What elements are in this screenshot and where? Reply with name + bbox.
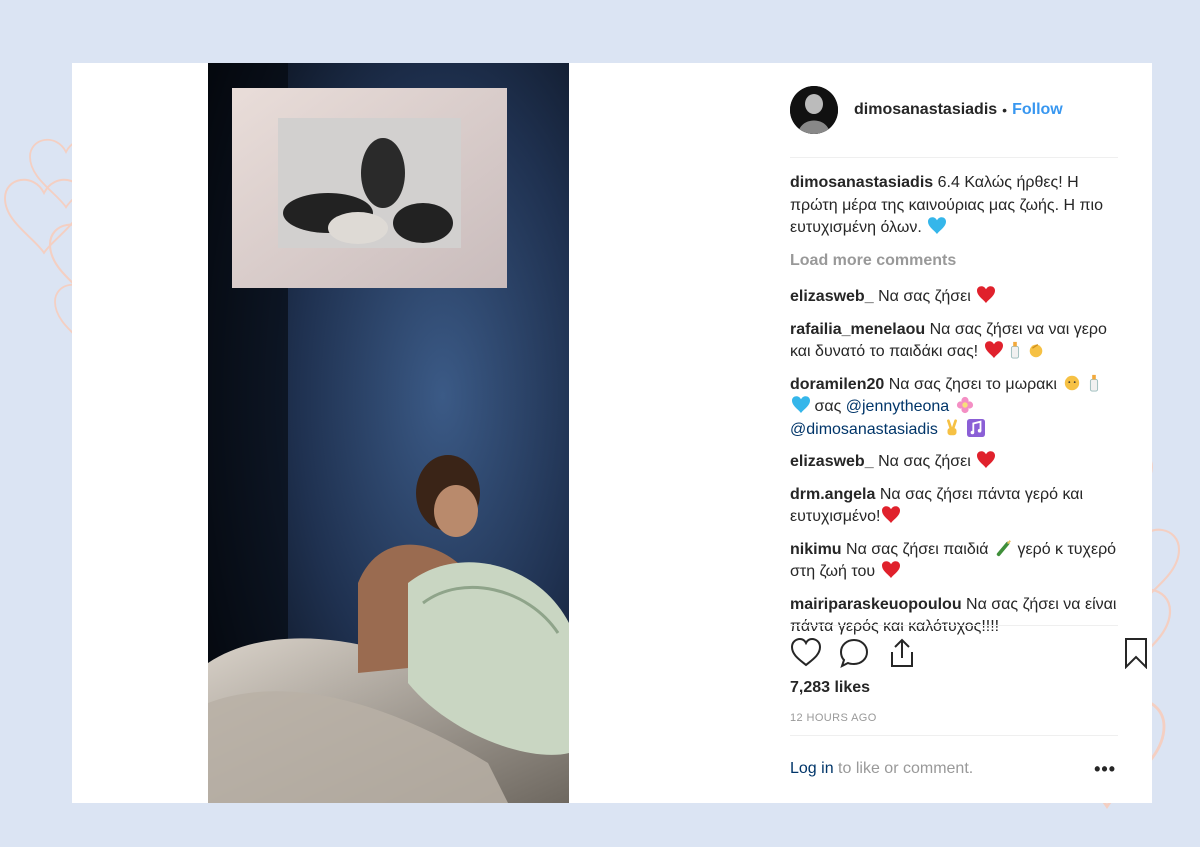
music-notes-icon	[966, 418, 985, 437]
comment-item: doramilen20 Να σας ζησει το μωρακι σας @…	[790, 374, 1118, 442]
bookmark-icon[interactable]	[1120, 637, 1152, 669]
mention-link[interactable]: @jennytheona	[846, 398, 949, 415]
baby-bottle-icon	[1010, 341, 1020, 359]
comment-username[interactable]: nikimu	[790, 541, 842, 558]
comment-username[interactable]: elizasweb_	[790, 453, 874, 470]
blossom-icon	[956, 396, 973, 414]
login-prompt: Log in to like or comment.	[790, 760, 1118, 778]
victory-hand-icon	[947, 418, 958, 435]
action-bar	[790, 637, 1147, 671]
red-heart-icon	[977, 451, 996, 469]
caption-username[interactable]: dimosanastasiadis	[790, 174, 933, 191]
comment-username[interactable]: elizasweb_	[790, 288, 874, 305]
photo-illustration	[208, 63, 569, 803]
comment-text: Να σας ζήσει	[878, 453, 971, 470]
comment-icon[interactable]	[838, 637, 870, 669]
baby-bottle-icon	[1089, 374, 1098, 392]
load-more-comments[interactable]: Load more comments	[790, 250, 1118, 273]
comment-text: Να σας ζήσει παιδιά	[846, 540, 989, 558]
login-link[interactable]: Log in	[790, 760, 834, 777]
red-heart-icon	[984, 341, 1003, 359]
comment-item: elizasweb_ Να σας ζήσει	[790, 451, 1118, 474]
header-separator: •	[1002, 102, 1008, 118]
post-header: dimosanastasiadis • Follow	[790, 85, 1118, 135]
comment-item: drm.angela Να σας ζήσει πάντα γερό και ε…	[790, 484, 1118, 529]
actions-divider	[790, 625, 1118, 626]
footer-divider	[790, 735, 1118, 736]
header-divider	[790, 157, 1118, 158]
post-photo[interactable]	[208, 63, 569, 803]
comment-item: nikimu Να σας ζήσει παιδιά γερό κ τυχερό…	[790, 539, 1118, 584]
header-username[interactable]: dimosanastasiadis	[854, 101, 997, 119]
comment-item: mairiparaskeuopoulou Να σας ζήσει να είν…	[790, 594, 1118, 639]
comment-username[interactable]: rafailia_menelaou	[790, 321, 925, 338]
comment-item: elizasweb_ Να σας ζήσει	[790, 286, 1118, 309]
comment-text-2: σας	[814, 398, 842, 415]
comment-username[interactable]: drm.angela	[790, 486, 875, 503]
blue-heart-icon	[928, 217, 947, 235]
red-heart-icon	[882, 506, 901, 524]
comment-username[interactable]: mairiparaskeuopoulou	[790, 596, 962, 613]
post-sidebar: dimosanastasiadis • Follow dimosanastasi…	[790, 63, 1147, 803]
follow-button[interactable]: Follow	[1012, 101, 1063, 119]
post-card: dimosanastasiadis • Follow dimosanastasi…	[72, 63, 1152, 803]
comment-text: Να σας ζήσει	[878, 288, 971, 305]
comment-item: rafailia_menelaou Να σας ζήσει να ναι γε…	[790, 319, 1118, 364]
red-heart-icon	[977, 286, 996, 304]
heart-icon[interactable]	[790, 637, 822, 669]
login-prompt-text: to like or comment.	[838, 760, 974, 777]
comment-text: Να σας ζησει το μωρακι	[888, 375, 1057, 393]
comment-list: dimosanastasiadis 6.4 Καλώς ήρθες! Η πρώ…	[790, 172, 1118, 649]
comment-username[interactable]: doramilen20	[790, 376, 884, 393]
mention-link[interactable]: @dimosanastasiadis	[790, 421, 938, 438]
red-heart-icon	[881, 561, 900, 579]
avatar[interactable]	[790, 86, 838, 134]
post-timestamp: 12 HOURS AGO	[790, 712, 877, 724]
caption: dimosanastasiadis 6.4 Καλώς ήρθες! Η πρώ…	[790, 172, 1118, 240]
share-icon[interactable]	[886, 637, 918, 669]
champagne-icon	[996, 539, 1011, 556]
blue-heart-icon	[792, 396, 810, 414]
more-options-icon[interactable]: •••	[1094, 759, 1116, 780]
baby-face-icon	[1065, 375, 1080, 390]
likes-count[interactable]: 7,283 likes	[790, 679, 870, 697]
clapping-hands-icon	[1030, 344, 1043, 358]
avatar-image	[790, 86, 838, 134]
